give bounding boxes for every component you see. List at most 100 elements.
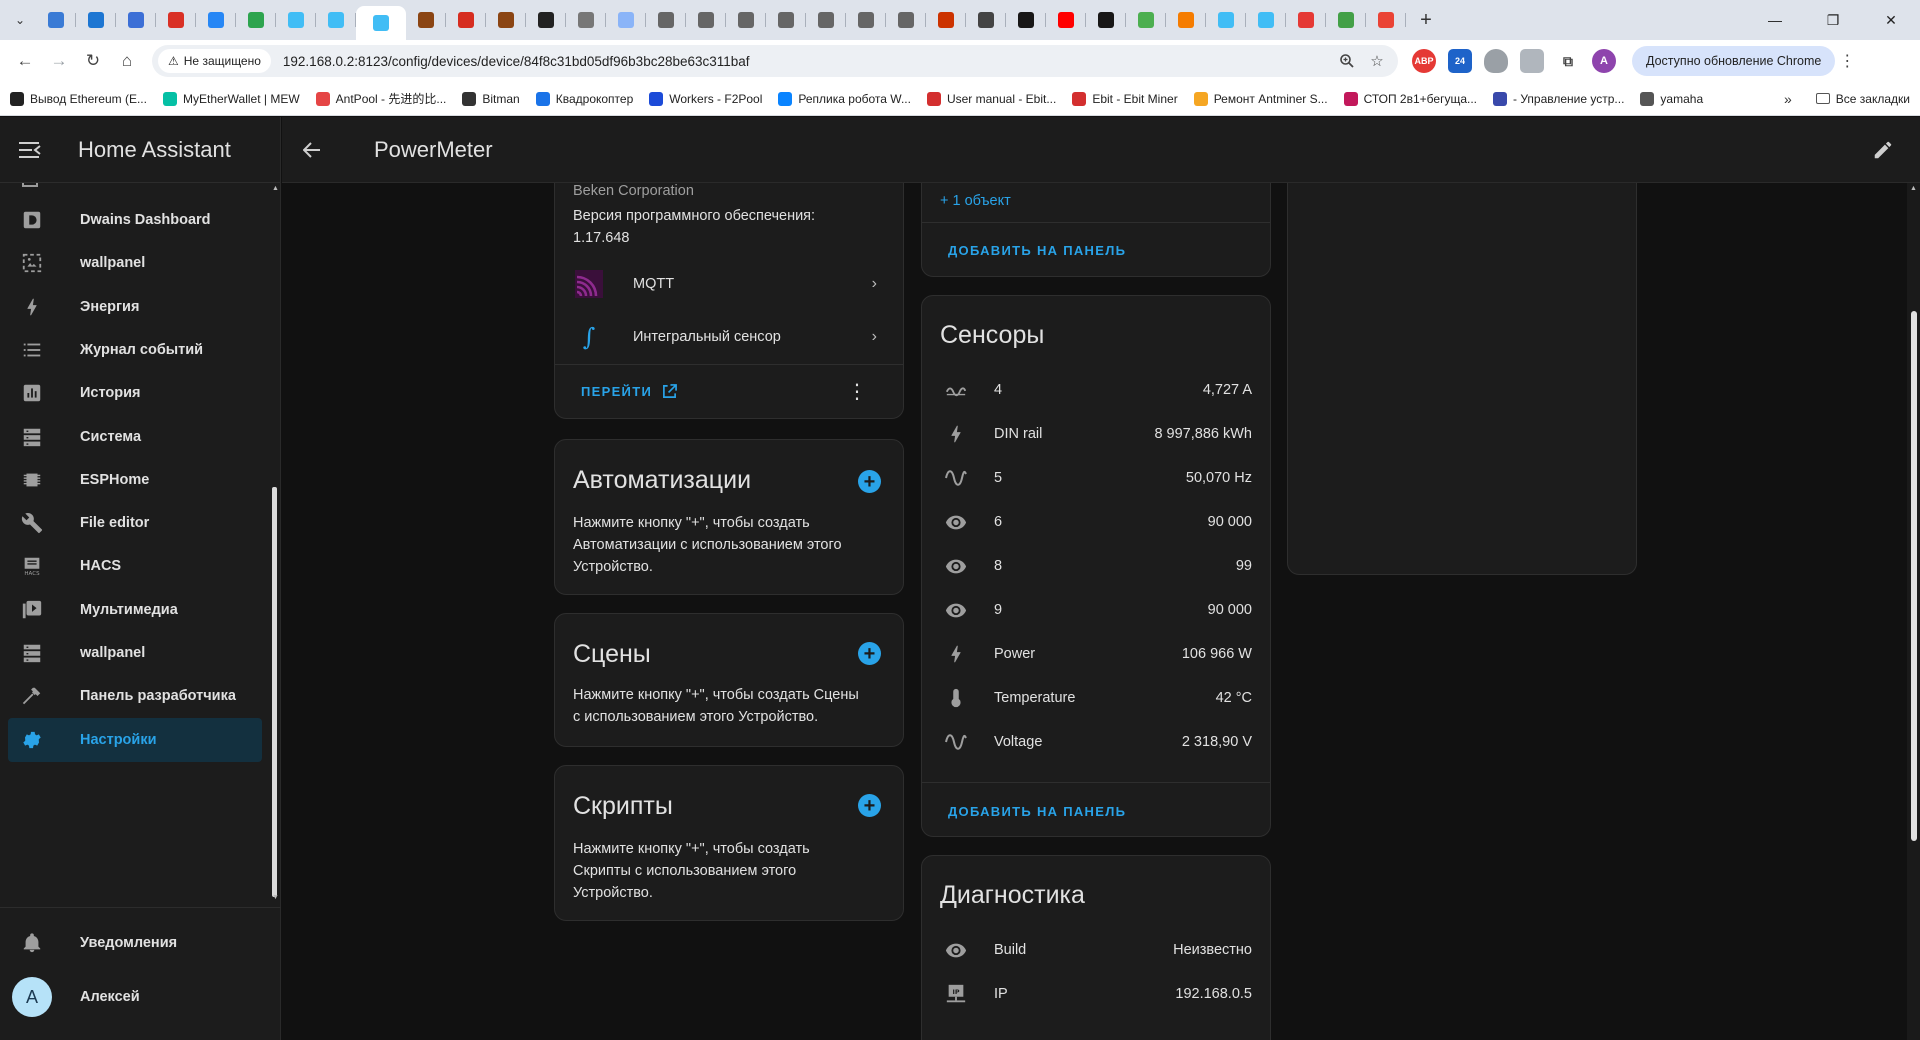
profile-avatar[interactable]: A xyxy=(1592,49,1616,73)
bookmark-item[interactable]: Квадрокоптер xyxy=(535,91,633,106)
browser-tab[interactable] xyxy=(356,6,406,40)
sidebar-scrollbar[interactable]: ▲ ▼ xyxy=(270,183,280,905)
bookmark-item[interactable]: yamaha xyxy=(1640,91,1703,106)
back-button[interactable]: ← xyxy=(8,44,42,78)
bookmark-item[interactable]: AntPool - 先进的比... xyxy=(315,90,446,107)
bookmark-item[interactable]: Bitman xyxy=(462,91,520,106)
browser-tab[interactable] xyxy=(966,4,1006,36)
browser-tab[interactable] xyxy=(406,4,446,36)
entity-row[interactable]: 6 90 000 xyxy=(922,500,1270,544)
adblock-extension-icon[interactable]: ABP xyxy=(1412,49,1436,73)
browser-tab[interactable] xyxy=(806,4,846,36)
close-window-button[interactable]: ✕ xyxy=(1862,0,1920,40)
browser-tab[interactable] xyxy=(1126,4,1166,36)
bookmark-star-icon[interactable]: ☆ xyxy=(1362,46,1392,76)
browser-tab[interactable] xyxy=(926,4,966,36)
browser-tab[interactable] xyxy=(1086,4,1126,36)
page-scrollbar-thumb[interactable] xyxy=(1911,311,1917,841)
browser-tab[interactable] xyxy=(1326,4,1366,36)
sidebar-item-server[interactable]: wallpanel xyxy=(8,631,262,675)
browser-tab[interactable] xyxy=(486,4,526,36)
browser-tab[interactable] xyxy=(1006,4,1046,36)
browser-tab[interactable] xyxy=(886,4,926,36)
home-button[interactable]: ⌂ xyxy=(110,44,144,78)
browser-tab[interactable] xyxy=(1206,4,1246,36)
calendar-extension-icon[interactable]: 24 xyxy=(1448,49,1472,73)
tab-search-button[interactable]: ⌄ xyxy=(8,8,32,32)
entity-row[interactable]: Voltage 2 318,90 V xyxy=(922,720,1270,764)
browser-tab[interactable] xyxy=(646,4,686,36)
browser-tab[interactable] xyxy=(526,4,566,36)
zoom-icon[interactable] xyxy=(1332,46,1362,76)
menu-toggle-icon[interactable] xyxy=(0,141,60,159)
bookmark-item[interactable]: Ремонт Antminer S... xyxy=(1193,91,1328,106)
browser-tab[interactable] xyxy=(36,4,76,36)
browser-tab[interactable] xyxy=(276,4,316,36)
url-text[interactable]: 192.168.0.2:8123/config/devices/device/8… xyxy=(283,54,1332,69)
sidebar-item-server[interactable]: Система xyxy=(8,415,262,459)
sidebar-item-notifications[interactable]: Уведомления xyxy=(8,921,262,965)
more-entities-link[interactable]: + 1 объект xyxy=(940,193,1011,209)
integration-row-integral[interactable]: ∫ Интегральный сенсор › xyxy=(555,315,903,359)
browser-tab[interactable] xyxy=(1286,4,1326,36)
add-to-dashboard-button[interactable]: ДОБАВИТЬ НА ПАНЕЛЬ xyxy=(948,243,1126,258)
add-to-dashboard-button[interactable]: ДОБАВИТЬ НА ПАНЕЛЬ xyxy=(948,804,1126,819)
browser-tab[interactable] xyxy=(606,4,646,36)
add-automation-button[interactable]: + xyxy=(858,470,881,493)
browser-tab[interactable] xyxy=(76,4,116,36)
bookmark-item[interactable]: - Управление устр... xyxy=(1493,91,1624,106)
sidebar-item-wrench[interactable]: File editor xyxy=(8,501,262,545)
more-bookmarks-chevron-icon[interactable]: » xyxy=(1784,91,1792,107)
sidebar-item-chip[interactable]: ESPHome xyxy=(8,458,262,502)
device-menu-kebab-icon[interactable]: ⋮ xyxy=(847,382,867,402)
entity-row[interactable]: IP IP 192.168.0.5 xyxy=(922,972,1270,1016)
translate-extension-icon[interactable] xyxy=(1520,49,1544,73)
browser-tab[interactable] xyxy=(1166,4,1206,36)
pencil-icon[interactable] xyxy=(1870,137,1896,163)
entity-row[interactable]: Build Неизвестно xyxy=(922,928,1270,972)
browser-tab[interactable] xyxy=(196,4,236,36)
chrome-menu-icon[interactable]: ⋮ xyxy=(1835,46,1859,76)
add-script-button[interactable]: + xyxy=(858,794,881,817)
browser-tab[interactable] xyxy=(156,4,196,36)
integration-row-mqtt[interactable]: MQTT › xyxy=(555,262,903,306)
visit-device-button[interactable]: ПЕРЕЙТИ xyxy=(581,384,677,399)
browser-tab[interactable] xyxy=(686,4,726,36)
page-scrollbar[interactable]: ▲ xyxy=(1907,183,1920,1040)
sidebar-item-list[interactable]: Журнал событий xyxy=(8,328,262,372)
all-bookmarks-button[interactable]: Все закладки xyxy=(1815,92,1910,106)
reload-button[interactable]: ↻ xyxy=(76,44,110,78)
bookmark-item[interactable]: MyEtherWallet | MEW xyxy=(162,91,300,106)
sidebar-item-lightning[interactable]: Энергия xyxy=(8,285,262,329)
site-info-chip[interactable]: ⚠ Не защищено xyxy=(158,49,271,73)
bookmark-item[interactable]: Workers - F2Pool xyxy=(649,91,762,106)
forward-button[interactable]: → xyxy=(42,44,76,78)
sidebar-item-profile[interactable]: A Алексей xyxy=(8,975,262,1019)
address-bar[interactable]: ⚠ Не защищено 192.168.0.2:8123/config/de… xyxy=(152,45,1398,77)
entity-row[interactable]: Temperature 42 °C xyxy=(922,676,1270,720)
sidebar-item-hammer[interactable]: Панель разработчика xyxy=(8,674,262,718)
entity-row[interactable]: 4 4,727 A xyxy=(922,368,1270,412)
sidebar-item-hacs[interactable]: HACS HACS xyxy=(8,544,262,588)
sidebar-item-play-box[interactable]: Мультимедиа xyxy=(8,588,262,632)
chrome-update-button[interactable]: Доступно обновление Chrome xyxy=(1632,46,1836,76)
sidebar-scrollbar-thumb[interactable] xyxy=(272,487,277,897)
browser-tab[interactable] xyxy=(446,4,486,36)
browser-tab[interactable] xyxy=(726,4,766,36)
browser-tab[interactable] xyxy=(766,4,806,36)
browser-tab[interactable] xyxy=(566,4,606,36)
browser-tab[interactable] xyxy=(236,4,276,36)
bookmark-item[interactable]: Реплика робота W... xyxy=(778,91,911,106)
new-tab-button[interactable]: + xyxy=(1412,6,1440,34)
shield-extension-icon[interactable] xyxy=(1484,49,1508,73)
entity-row[interactable]: 5 50,070 Hz xyxy=(922,456,1270,500)
sidebar-item-chart-box[interactable]: История xyxy=(8,371,262,415)
add-scene-button[interactable]: + xyxy=(858,642,881,665)
restore-button[interactable]: ❐ xyxy=(1804,0,1862,40)
entity-row[interactable]: 9 90 000 xyxy=(922,588,1270,632)
minimize-button[interactable]: — xyxy=(1746,0,1804,40)
sidebar-item-dwains[interactable]: Dwains Dashboard xyxy=(8,198,262,242)
entity-row[interactable]: 8 99 xyxy=(922,544,1270,588)
browser-tab[interactable] xyxy=(1046,4,1086,36)
bookmark-item[interactable]: Вывод Ethereum (E... xyxy=(10,91,147,106)
